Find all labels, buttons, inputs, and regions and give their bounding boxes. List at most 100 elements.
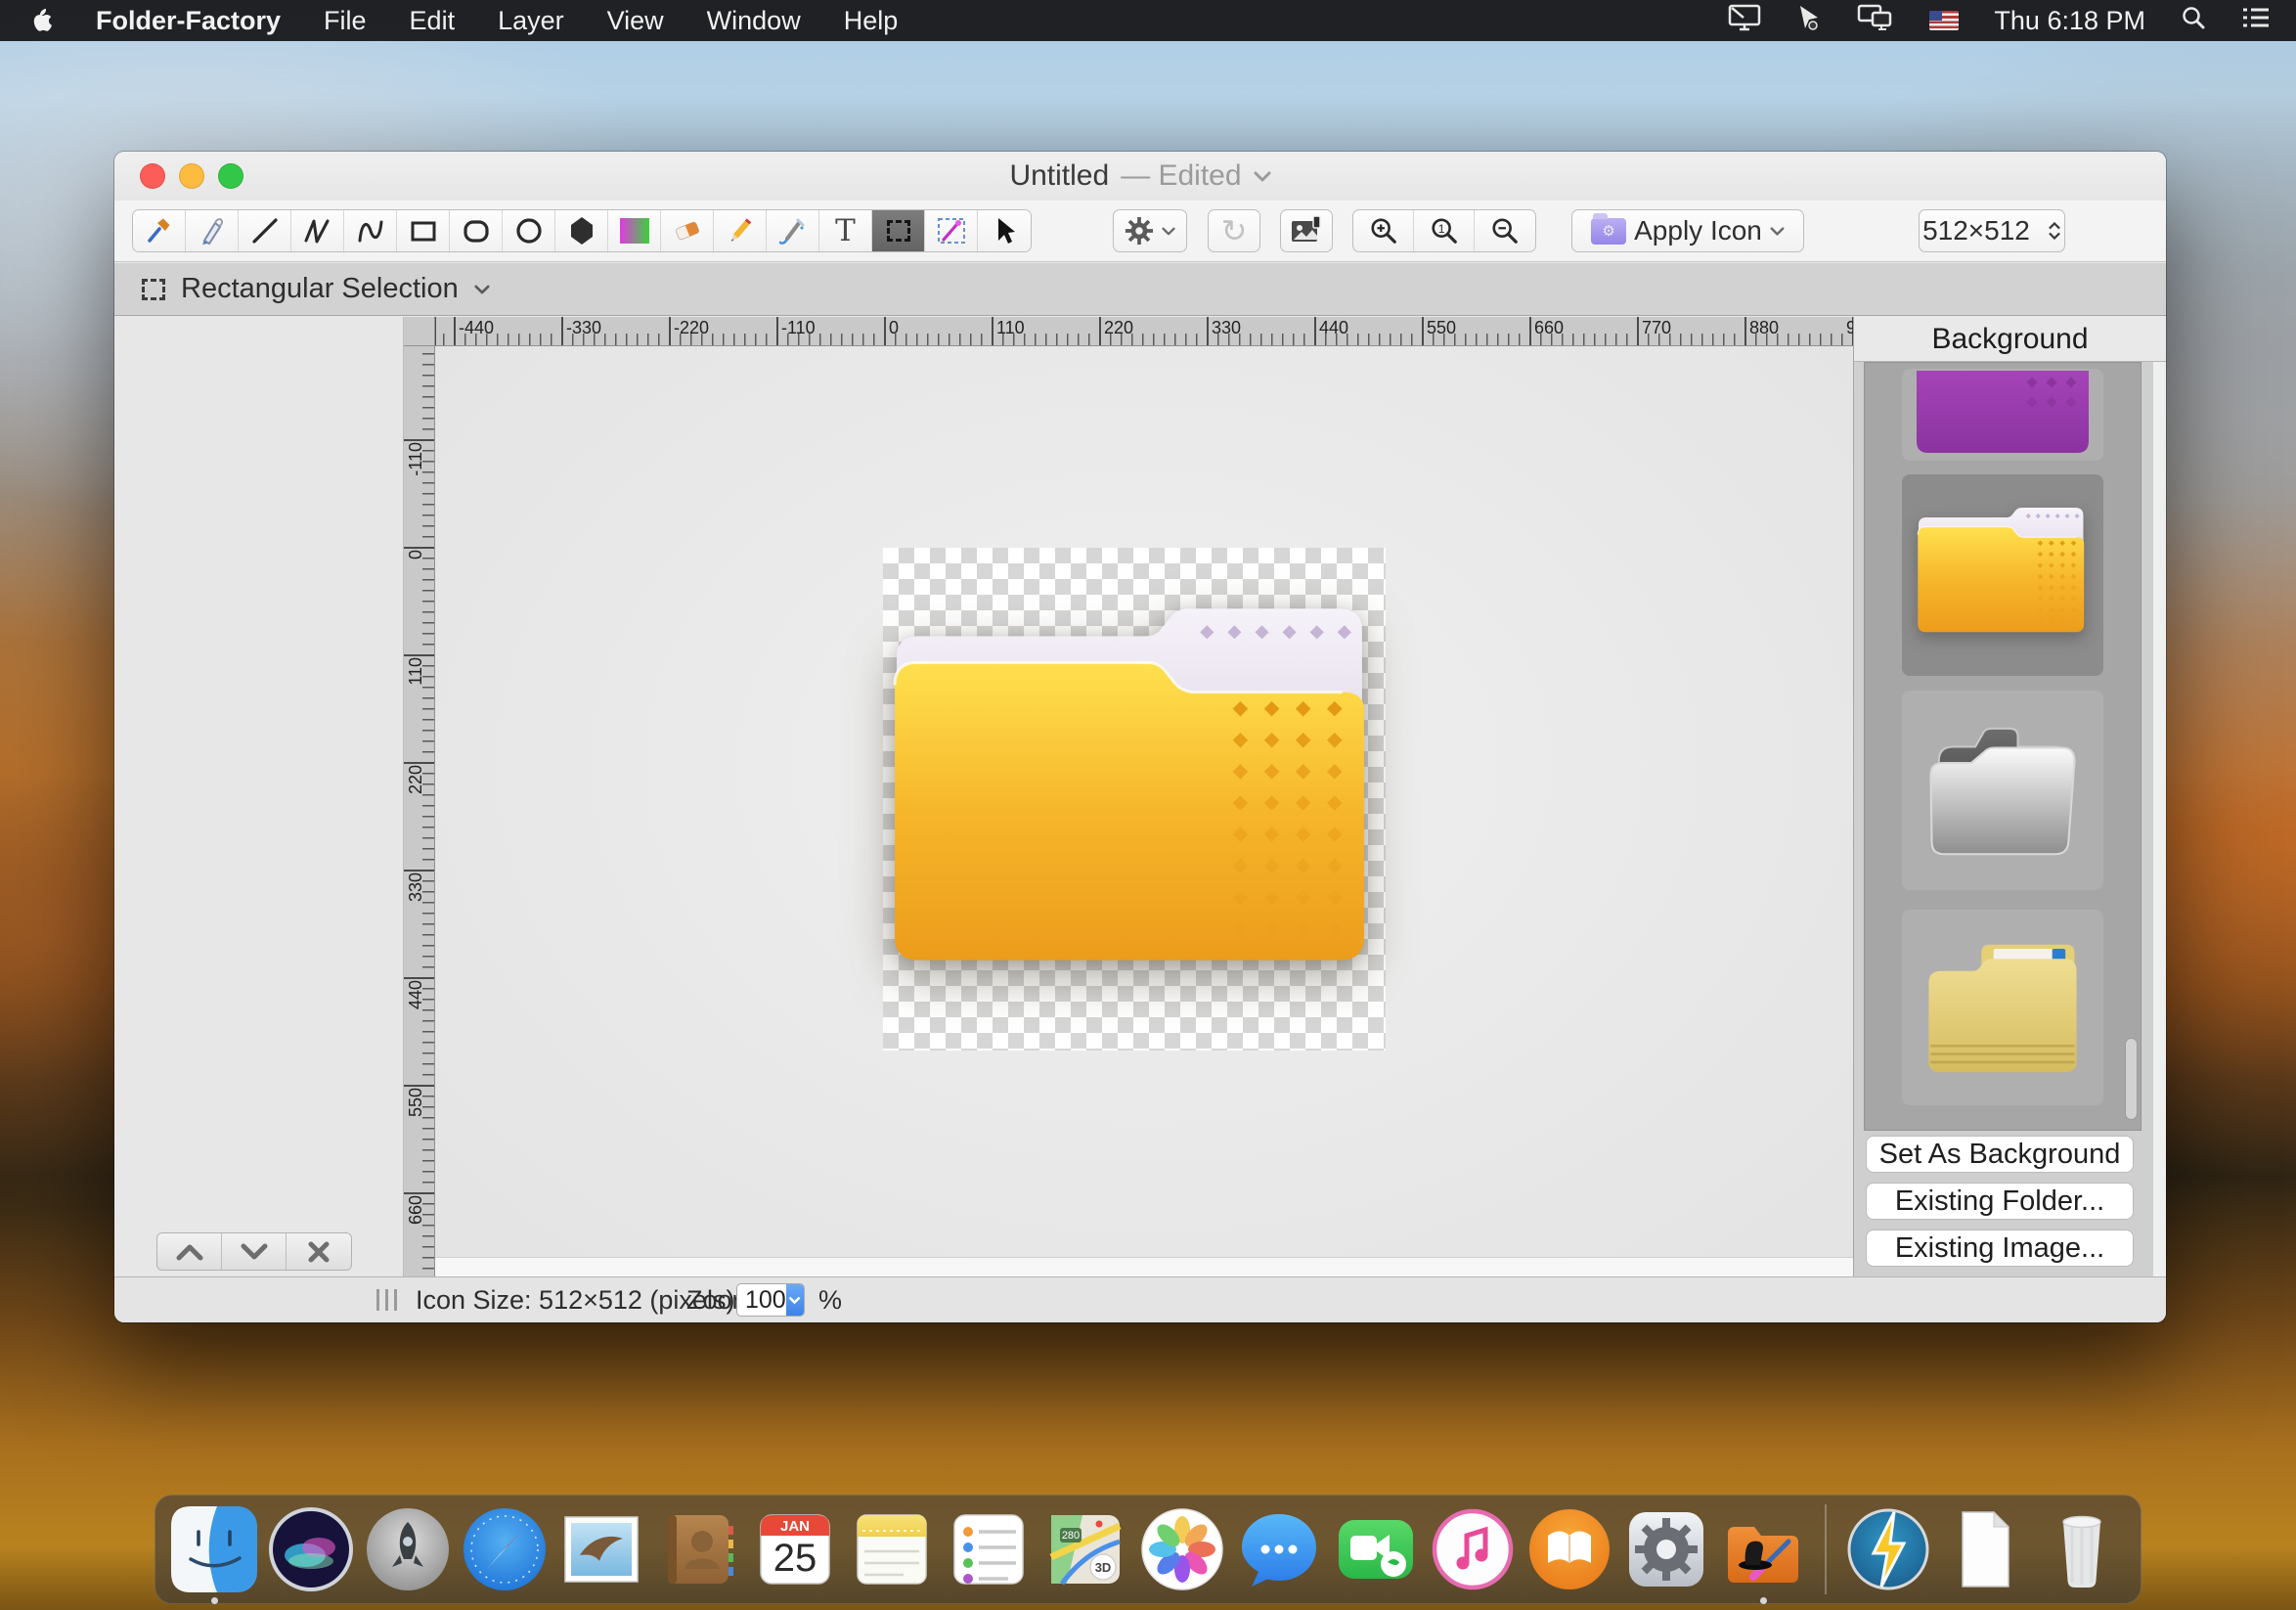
dock-launchpad-icon[interactable]	[365, 1506, 451, 1592]
spotlight-search-icon[interactable]	[2181, 5, 2206, 37]
dock-notes-icon[interactable]	[849, 1506, 935, 1592]
background-thumbnail-yellow-folder[interactable]	[1902, 474, 2103, 676]
dock-contacts-icon[interactable]	[655, 1506, 741, 1592]
hruler-label: 0	[889, 318, 899, 338]
dock-calendar-icon[interactable]: JAN25	[752, 1506, 838, 1592]
menu-file[interactable]: File	[324, 6, 367, 36]
displays-icon[interactable]	[1857, 4, 1894, 38]
tool-ellipse-button[interactable]	[503, 210, 555, 251]
tool-rounded-rectangle-button[interactable]	[450, 210, 503, 251]
menu-view[interactable]: View	[607, 6, 664, 36]
canvas-horizontal-scrollbar[interactable]	[435, 1257, 1853, 1276]
title-chevron-down-icon[interactable]	[1254, 171, 1271, 182]
zoom-dropdown-icon[interactable]	[786, 1284, 804, 1316]
background-thumbnail-list[interactable]	[1864, 362, 2141, 1131]
stepper-arrows-icon[interactable]	[2048, 222, 2061, 240]
apply-icon-label: Apply Icon	[1634, 215, 1762, 246]
hruler-label: 990	[1846, 318, 1853, 338]
menu-window[interactable]: Window	[707, 6, 801, 36]
dock-facetime-icon[interactable]	[1333, 1506, 1419, 1592]
menu-layer[interactable]: Layer	[498, 6, 564, 36]
tool-polygon-button[interactable]	[555, 210, 608, 251]
document-title: Untitled	[1009, 159, 1109, 193]
tool-magic-wand-select-button[interactable]	[925, 210, 978, 251]
hruler-label: -440	[459, 318, 494, 338]
editor-canvas[interactable]	[435, 346, 1853, 1276]
zoom-in-button[interactable]	[1353, 210, 1414, 251]
dock-finder-icon[interactable]	[171, 1506, 257, 1592]
tool-move-arrow-button[interactable]	[978, 210, 1031, 251]
dock-lightning-app-icon[interactable]	[1845, 1506, 1931, 1592]
selection-mode-chevron-down-icon[interactable]	[474, 285, 490, 294]
panel-scrollbar-thumb[interactable]	[2125, 1038, 2138, 1120]
dock-document-icon[interactable]	[1942, 1506, 2028, 1592]
us-flag-input-icon[interactable]	[1929, 11, 1959, 30]
title-bar[interactable]: Untitled — Edited	[114, 152, 2166, 201]
vruler-label: 330	[406, 872, 426, 902]
tool-curve-button[interactable]	[344, 210, 397, 251]
dock-messages-icon[interactable]	[1236, 1506, 1322, 1592]
selection-mode-label[interactable]: Rectangular Selection	[181, 273, 459, 305]
redo-button[interactable]: ↻	[1208, 209, 1260, 252]
zoom-out-button[interactable]	[1475, 210, 1535, 251]
dock-maps-icon[interactable]: 2803D	[1042, 1506, 1128, 1592]
move-layer-down-button[interactable]	[222, 1233, 287, 1270]
notification-center-icon[interactable]	[2241, 6, 2271, 36]
tool-text-button[interactable]: T	[819, 210, 872, 251]
dock-system-preferences-icon[interactable]	[1623, 1506, 1709, 1592]
icon-artboard[interactable]	[883, 548, 1386, 1051]
dock-folder-factory-icon[interactable]	[1720, 1506, 1806, 1592]
dock-photos-icon[interactable]	[1139, 1506, 1225, 1592]
yellow-folder-thumb-art	[1914, 486, 2092, 664]
tool-polyline-button[interactable]	[291, 210, 344, 251]
vruler-label: 0	[406, 550, 426, 559]
background-panel: Background	[1853, 317, 2166, 1276]
purple-folder-icon: ⚙	[1591, 218, 1626, 245]
apple-menu-icon[interactable]	[27, 6, 53, 35]
actions-gear-button[interactable]	[1113, 209, 1187, 252]
existing-folder-button[interactable]: Existing Folder...	[1866, 1183, 2134, 1220]
menu-help[interactable]: Help	[844, 6, 899, 36]
dock-siri-icon[interactable]	[268, 1506, 354, 1592]
menu-edit[interactable]: Edit	[410, 6, 456, 36]
tool-line-button[interactable]	[239, 210, 291, 251]
menu-clock[interactable]: Thu 6:18 PM	[1994, 6, 2145, 36]
vruler-label: -110	[406, 442, 426, 476]
icon-size-stepper[interactable]: 512×512	[1919, 209, 2065, 252]
tool-eyedropper-button[interactable]	[133, 210, 186, 251]
background-thumbnail-manila-folder[interactable]	[1902, 910, 2103, 1105]
dock-mail-icon[interactable]	[558, 1506, 644, 1592]
background-thumbnail-purple-folder[interactable]	[1902, 369, 2103, 461]
display-mirroring-icon[interactable]	[1728, 4, 1761, 38]
dock-reminders-icon[interactable]	[946, 1506, 1032, 1592]
tool-pencil-button[interactable]	[714, 210, 767, 251]
tool-rectangle-button[interactable]	[397, 210, 450, 251]
menu-app-name[interactable]: Folder-Factory	[96, 6, 281, 36]
window-title[interactable]: Untitled — Edited	[114, 152, 2166, 201]
apply-icon-button[interactable]: ⚙ Apply Icon	[1571, 209, 1804, 252]
status-grabber-icon[interactable]	[376, 1289, 400, 1311]
vruler-label: 550	[406, 1088, 426, 1117]
tool-rectangular-select-button[interactable]	[872, 210, 925, 251]
dock-safari-icon[interactable]	[462, 1506, 548, 1592]
menu-bar-left: Folder-Factory File Edit Layer View Wind…	[0, 6, 898, 36]
finder-running-dot	[211, 1597, 218, 1604]
tool-eraser-button[interactable]	[661, 210, 714, 251]
tool-airbrush-button[interactable]	[767, 210, 819, 251]
tool-fill-pen-button[interactable]	[186, 210, 239, 251]
dock-trash-icon[interactable]	[2039, 1506, 2125, 1592]
zoom-actual-size-button[interactable]: 1	[1414, 210, 1475, 251]
existing-image-button[interactable]: Existing Image...	[1866, 1230, 2134, 1267]
tool-gradient-button[interactable]	[608, 210, 661, 251]
dock-ibooks-icon[interactable]	[1526, 1506, 1612, 1592]
background-thumbnail-gray-folder[interactable]	[1902, 691, 2103, 890]
dock-separator	[1825, 1504, 1827, 1594]
remote-cursor-icon[interactable]	[1796, 4, 1822, 38]
move-layer-up-button[interactable]	[157, 1233, 222, 1270]
dock-itunes-icon[interactable]	[1430, 1506, 1516, 1592]
zoom-percent-select[interactable]: 100	[736, 1283, 805, 1317]
delete-layer-button[interactable]	[287, 1233, 351, 1270]
import-image-button[interactable]	[1280, 209, 1333, 252]
background-panel-title: Background	[1854, 317, 2166, 362]
set-as-background-button[interactable]: Set As Background	[1866, 1136, 2134, 1173]
